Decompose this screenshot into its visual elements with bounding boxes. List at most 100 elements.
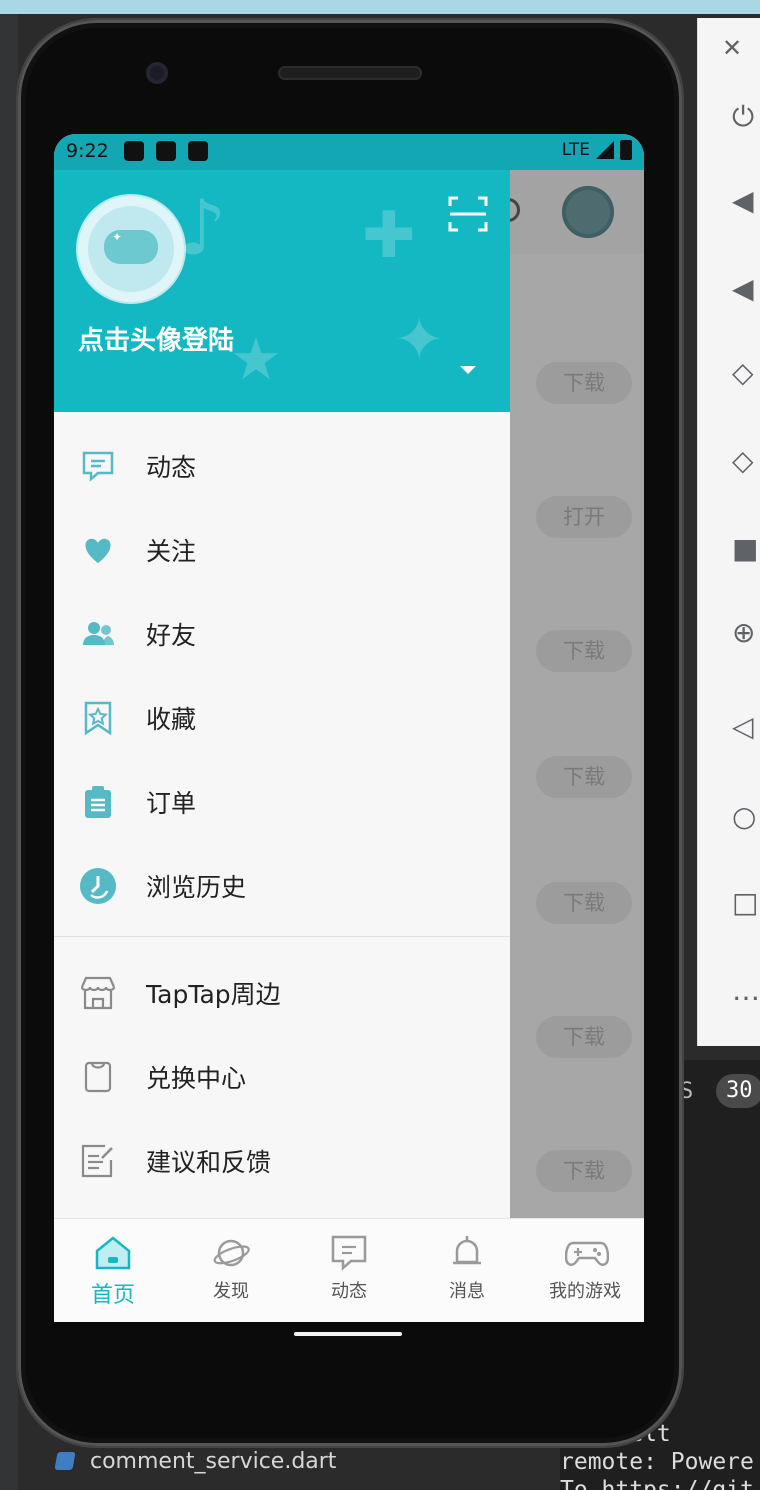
zoom-icon[interactable]: ⊕ (732, 618, 760, 648)
menu-item-history[interactable]: 浏览历史 (54, 844, 510, 928)
settings-icon (124, 141, 144, 161)
earpiece-speaker (278, 66, 422, 80)
background-action-button: 下载 (536, 362, 632, 404)
menu-item-friends[interactable]: 好友 (54, 592, 510, 676)
nav-tab-label: 发现 (213, 1281, 249, 1302)
drawer-header: ♪ ✚ ✦ ★ ✦ 点击头像登陆 (54, 170, 510, 412)
background-app-scrim[interactable]: 下载打开下载下载下载下载下载下载 (496, 170, 644, 1316)
heart-icon (78, 530, 118, 570)
nav-tab-label: 消息 (449, 1281, 485, 1302)
menu-divider (54, 936, 510, 937)
nav-tab-planet[interactable]: 发现 (172, 1219, 290, 1322)
bell-icon (447, 1233, 487, 1273)
file-name: comment_service.dart (90, 1448, 337, 1474)
menu-item-label: 好友 (146, 621, 197, 650)
window-top-strip (0, 0, 760, 14)
emulator-toolbar: ✕ ⏻ ◀ ◀ ◇ ◇ ■ ⊕ ◁ ○ □ … (697, 18, 760, 1046)
nav-tab-message[interactable]: 动态 (290, 1219, 408, 1322)
more-icon[interactable]: … (732, 976, 760, 1006)
status-icons (124, 141, 208, 161)
menu-item-label: TapTap周边 (146, 980, 281, 1009)
terminal-line: remote: Powere (560, 1449, 754, 1475)
comment-icon (78, 446, 118, 486)
home-icon[interactable]: ○ (732, 802, 760, 832)
avatar (562, 186, 614, 238)
drawer-menu: 动态关注好友收藏订单浏览历史 TapTap周边 兑换中心建议和反馈 (54, 424, 510, 1203)
menu-item-label: 关注 (146, 537, 197, 566)
overview-icon[interactable]: □ (732, 888, 760, 918)
menu-item-comment[interactable]: 动态 (54, 424, 510, 508)
dart-file-icon (54, 1452, 76, 1470)
background-action-button: 打开 (536, 496, 632, 538)
menu-item-clipboard[interactable]: 订单 (54, 760, 510, 844)
ide-left-gutter (0, 14, 18, 1490)
background-action-button: 下载 (536, 882, 632, 924)
background-action-button: 下载 (536, 1016, 632, 1058)
network-type: LTE (561, 140, 590, 160)
phone-frame: 9:22 LTE 下载打开下载下载下载下载下载下载 ♪ ✚ (18, 20, 682, 1446)
menu-item-label: 建议和反馈 (146, 1148, 272, 1177)
navigation-drawer: ♪ ✚ ✦ ★ ✦ 点击头像登陆 动态 关注 好友 收藏 订单 浏览历史 TapTap周 (54, 170, 510, 1218)
nav-tab-label: 动态 (331, 1281, 367, 1302)
nav-tab-bell[interactable]: 消息 (408, 1219, 526, 1322)
menu-item-label: 兑换中心 (146, 1064, 247, 1093)
sdcard-icon (188, 141, 208, 161)
power-icon[interactable]: ⏻ (732, 102, 760, 132)
menu-item-feedback-edit[interactable]: 建议和反馈 (54, 1119, 510, 1203)
history-icon (78, 866, 118, 906)
star-deco-icon: ★ (230, 325, 282, 393)
project-file-item[interactable]: comment_service.dart (54, 1446, 337, 1476)
user-avatar[interactable]: ✦ (78, 196, 184, 302)
shield-icon (156, 141, 176, 161)
volume-up-icon[interactable]: ◀ (732, 186, 760, 216)
gamepad-deco-icon: ✚ (362, 199, 416, 273)
volume-down-icon[interactable]: ◀ (732, 274, 760, 304)
back-icon[interactable]: ◁ (732, 712, 760, 742)
close-icon[interactable]: ✕ (722, 34, 742, 62)
menu-item-bag[interactable]: 兑换中心 (54, 1035, 510, 1119)
menu-item-heart[interactable]: 关注 (54, 508, 510, 592)
nav-tab-home[interactable]: 首页 (54, 1219, 172, 1322)
background-topbar (496, 170, 644, 254)
menu-item-label: 浏览历史 (146, 873, 247, 902)
status-time: 9:22 (66, 140, 109, 162)
planet-icon (211, 1233, 251, 1273)
gamepad-icon (564, 1233, 610, 1273)
login-prompt[interactable]: 点击头像登陆 (78, 320, 234, 357)
sparkle-icon: ✦ (112, 230, 123, 244)
scan-icon[interactable] (448, 194, 488, 234)
music-note-icon: ♪ (178, 183, 227, 272)
battery-icon (620, 140, 632, 160)
bag-icon (78, 1057, 118, 1097)
rotate-left-icon[interactable]: ◇ (732, 358, 760, 388)
feedback-edit-icon (78, 1141, 118, 1181)
signal-icon (596, 141, 614, 159)
status-right: LTE (562, 140, 632, 160)
front-camera (146, 62, 168, 84)
menu-primary-list: 动态关注好友收藏订单浏览历史 (54, 424, 510, 928)
menu-item-label: 订单 (146, 789, 197, 818)
phone-screen: 9:22 LTE 下载打开下载下载下载下载下载下载 ♪ ✚ (54, 134, 644, 1322)
sword-deco-icon: ✦ (394, 305, 445, 375)
bottom-navigation: 首页 发现 动态 消息 我的游戏 (54, 1218, 644, 1322)
background-action-button: 下载 (536, 630, 632, 672)
camera-icon[interactable]: ■ (732, 534, 760, 564)
home-icon (93, 1233, 133, 1273)
home-indicator[interactable] (294, 1332, 402, 1336)
store-icon (78, 973, 118, 1013)
nav-tab-gamepad[interactable]: 我的游戏 (526, 1219, 644, 1322)
friends-icon (78, 614, 118, 654)
menu-item-bookmark-star[interactable]: 收藏 (54, 676, 510, 760)
terminal-line: To https://git (560, 1477, 754, 1490)
rotate-right-icon[interactable]: ◇ (732, 446, 760, 476)
menu-item-label: 收藏 (146, 705, 197, 734)
chevron-down-icon[interactable] (460, 366, 476, 374)
background-action-button: 下载 (536, 756, 632, 798)
status-bar: 9:22 LTE (54, 134, 644, 170)
bookmark-star-icon (78, 698, 118, 738)
nav-tab-label: 我的游戏 (549, 1281, 621, 1302)
clipboard-icon (78, 782, 118, 822)
menu-item-label: 动态 (146, 453, 197, 482)
terminal-count-badge: 30 (716, 1074, 760, 1108)
menu-item-store[interactable]: TapTap周边 (54, 951, 510, 1035)
